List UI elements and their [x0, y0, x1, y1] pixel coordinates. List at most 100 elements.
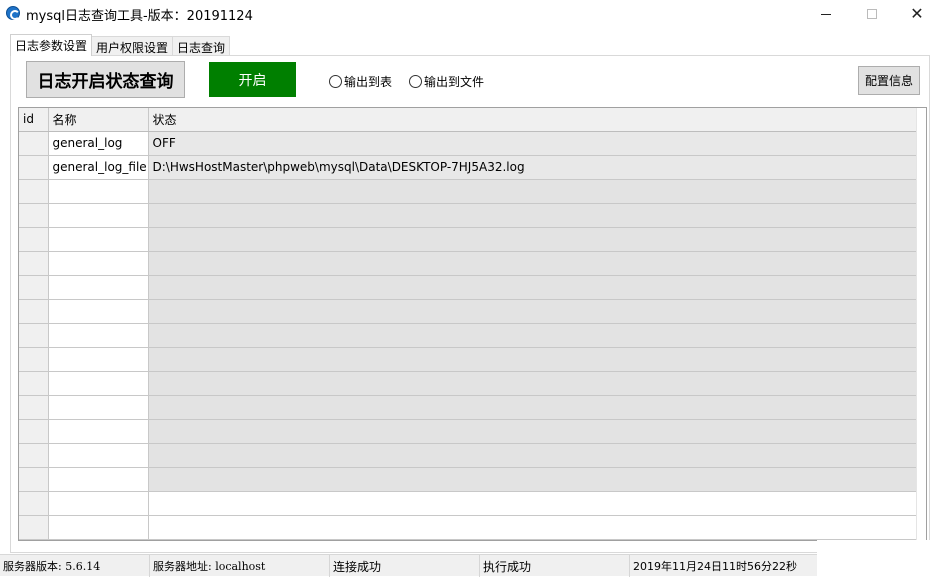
row-name-cell[interactable]: [48, 515, 149, 540]
close-button[interactable]: ✕: [894, 0, 940, 28]
row-id-cell[interactable]: [19, 251, 49, 276]
output-to-table-label: 输出到表: [344, 75, 393, 89]
row-name-cell[interactable]: general_log_file: [48, 155, 149, 180]
table-row-empty[interactable]: [19, 203, 918, 228]
row-name-cell[interactable]: [48, 299, 149, 324]
timestamp-status: 2019年11月24日11时56分22秒: [633, 560, 797, 573]
table-row-empty[interactable]: [19, 515, 918, 540]
table-row-empty[interactable]: [19, 275, 918, 300]
enable-log-button[interactable]: 开启: [209, 62, 296, 97]
row-state-cell[interactable]: [148, 467, 918, 492]
row-id-cell[interactable]: [19, 131, 49, 156]
header-row: id 名称 状态: [19, 108, 918, 132]
table-row-empty[interactable]: [19, 227, 918, 252]
row-id-cell[interactable]: [19, 515, 49, 540]
row-name-cell[interactable]: [48, 395, 149, 420]
vertical-scrollbar[interactable]: [916, 108, 926, 540]
column-header-state[interactable]: 状态: [148, 108, 918, 132]
window-title: mysql日志查询工具-版本：20191124: [26, 9, 253, 24]
row-state-cell[interactable]: [148, 203, 918, 228]
radio-circle-icon: [409, 75, 422, 88]
table-row-empty[interactable]: [19, 419, 918, 444]
table-row-empty[interactable]: [19, 347, 918, 372]
row-id-cell[interactable]: [19, 491, 49, 516]
row-state-cell[interactable]: [148, 179, 918, 204]
row-name-cell[interactable]: [48, 323, 149, 348]
corner-blank: [817, 540, 940, 576]
row-name-cell[interactable]: [48, 419, 149, 444]
row-state-cell[interactable]: [148, 299, 918, 324]
row-state-cell[interactable]: [148, 515, 918, 540]
row-state-cell[interactable]: OFF: [148, 131, 918, 156]
row-id-cell[interactable]: [19, 203, 49, 228]
row-id-cell[interactable]: [19, 275, 49, 300]
tab-log-params[interactable]: 日志参数设置: [10, 34, 93, 56]
row-id-cell[interactable]: [19, 299, 49, 324]
row-name-cell[interactable]: [48, 179, 149, 204]
app-logo-icon: [6, 6, 20, 20]
row-state-cell[interactable]: [148, 323, 918, 348]
table-row[interactable]: general_log_file D:\HwsHostMaster\phpweb…: [19, 155, 918, 180]
table-row-empty[interactable]: [19, 395, 918, 420]
table-row-empty[interactable]: [19, 467, 918, 492]
radio-circle-icon: [329, 75, 342, 88]
table-row-empty[interactable]: [19, 371, 918, 396]
maximize-icon: [867, 9, 877, 19]
row-id-cell[interactable]: [19, 155, 49, 180]
row-name-cell[interactable]: [48, 275, 149, 300]
row-id-cell[interactable]: [19, 371, 49, 396]
row-id-cell[interactable]: [19, 395, 49, 420]
row-id-cell[interactable]: [19, 347, 49, 372]
server-version-status: 服务器版本: 5.6.14: [0, 555, 150, 577]
row-state-cell[interactable]: [148, 251, 918, 276]
row-state-cell[interactable]: [148, 371, 918, 396]
table-row-empty[interactable]: [19, 491, 918, 516]
maximize-button[interactable]: [849, 0, 895, 28]
row-name-cell[interactable]: [48, 491, 149, 516]
minimize-button[interactable]: [803, 0, 849, 28]
output-to-table-radio[interactable]: 输出到表: [329, 73, 392, 90]
row-name-cell[interactable]: [48, 467, 149, 492]
table-row-empty[interactable]: [19, 323, 918, 348]
row-state-cell[interactable]: [148, 443, 918, 468]
row-id-cell[interactable]: [19, 227, 49, 252]
execution-status: 执行成功: [480, 555, 630, 577]
row-id-cell[interactable]: [19, 467, 49, 492]
row-id-cell[interactable]: [19, 419, 49, 444]
row-id-cell[interactable]: [19, 323, 49, 348]
status-bar: 服务器版本: 5.6.14 服务器地址: localhost 连接成功 执行成功…: [0, 554, 940, 577]
row-id-cell[interactable]: [19, 179, 49, 204]
row-state-cell[interactable]: [148, 395, 918, 420]
row-name-cell[interactable]: [48, 443, 149, 468]
row-state-cell[interactable]: [148, 491, 918, 516]
row-name-cell[interactable]: [48, 227, 149, 252]
log-status-query-button[interactable]: 日志开启状态查询: [26, 61, 185, 98]
row-name-cell[interactable]: general_log: [48, 131, 149, 156]
minimize-icon: [821, 13, 831, 15]
data-grid[interactable]: id 名称 状态 general_log OFF general_log_fil…: [18, 107, 927, 541]
output-to-file-radio[interactable]: 输出到文件: [409, 73, 484, 90]
table-row-empty[interactable]: [19, 251, 918, 276]
config-info-button[interactable]: 配置信息: [858, 66, 920, 95]
column-header-name[interactable]: 名称: [48, 108, 149, 132]
tab-log-query[interactable]: 日志查询: [172, 36, 231, 56]
column-header-id[interactable]: id: [19, 108, 49, 132]
table-row[interactable]: general_log OFF: [19, 131, 918, 156]
tab-user-permissions[interactable]: 用户权限设置: [91, 36, 174, 56]
connection-status: 连接成功: [330, 555, 480, 577]
row-state-cell[interactable]: [148, 275, 918, 300]
row-id-cell[interactable]: [19, 443, 49, 468]
row-state-cell[interactable]: D:\HwsHostMaster\phpweb\mysql\Data\DESKT…: [148, 155, 918, 180]
row-state-cell[interactable]: [148, 419, 918, 444]
table-row-empty[interactable]: [19, 443, 918, 468]
row-name-cell[interactable]: [48, 251, 149, 276]
row-name-cell[interactable]: [48, 203, 149, 228]
data-table: id 名称 状态 general_log OFF general_log_fil…: [19, 108, 918, 540]
row-state-cell[interactable]: [148, 347, 918, 372]
tab-strip: 日志参数设置 用户权限设置 日志查询: [10, 34, 231, 56]
table-row-empty[interactable]: [19, 179, 918, 204]
row-name-cell[interactable]: [48, 371, 149, 396]
table-row-empty[interactable]: [19, 299, 918, 324]
row-state-cell[interactable]: [148, 227, 918, 252]
row-name-cell[interactable]: [48, 347, 149, 372]
